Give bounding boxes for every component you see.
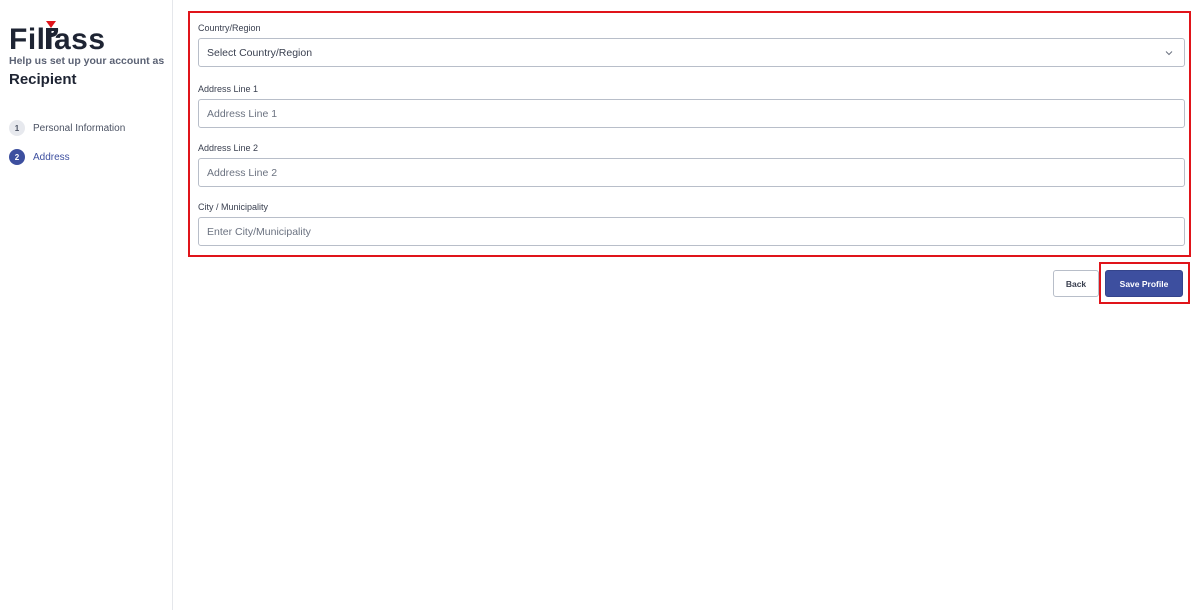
stepper: 1 Personal Information 2 Address: [9, 120, 125, 178]
country-select[interactable]: Select Country/Region: [198, 38, 1185, 67]
tagline: Help us set up your account as: [9, 55, 165, 67]
address-line-1-placeholder: Address Line 1: [207, 107, 278, 120]
step-label: Personal Information: [33, 122, 126, 134]
back-button[interactable]: Back: [1053, 270, 1099, 297]
address-line-2-label: Address Line 2: [198, 143, 259, 153]
svg-text:ass: ass: [54, 23, 106, 54]
city-input[interactable]: Enter City/Municipality: [198, 217, 1185, 246]
address-line-1-label: Address Line 1: [198, 84, 259, 94]
address-line-2-input[interactable]: Address Line 2: [198, 158, 1185, 187]
step-address[interactable]: 2 Address: [9, 149, 125, 165]
svg-text:Fil: Fil: [9, 23, 46, 54]
address-form: Country/Region Select Country/Region Add…: [188, 11, 1191, 257]
chevron-down-icon: [1165, 51, 1173, 56]
step-number: 1: [9, 120, 25, 136]
filpass-logo: Fil ass: [9, 21, 106, 54]
role-title: Recipient: [9, 71, 77, 88]
country-select-value: Select Country/Region: [207, 46, 313, 59]
save-profile-button[interactable]: Save Profile: [1105, 270, 1183, 297]
country-label: Country/Region: [198, 23, 261, 33]
step-personal-information[interactable]: 1 Personal Information: [9, 120, 125, 136]
step-label: Address: [33, 151, 70, 163]
step-number: 2: [9, 149, 25, 165]
city-placeholder: Enter City/Municipality: [207, 225, 311, 238]
sidebar: Fil ass Help us set up your account as R…: [0, 0, 173, 610]
address-line-1-input[interactable]: Address Line 1: [198, 99, 1185, 128]
city-label: City / Municipality: [198, 202, 269, 212]
address-line-2-placeholder: Address Line 2: [207, 166, 278, 179]
